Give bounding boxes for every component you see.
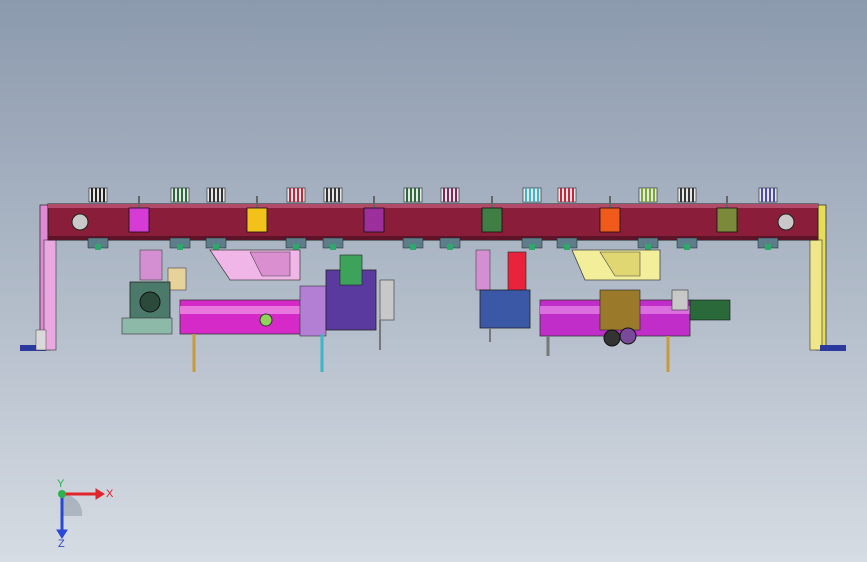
clamp [439, 237, 461, 250]
clamp [637, 237, 659, 250]
coordinate-triad: X Y Z [56, 478, 114, 548]
tool-block [481, 196, 503, 233]
z-axis-label: Z [58, 538, 65, 548]
left-fixture-assembly [121, 249, 395, 372]
3d-viewport[interactable]: X Y Z [0, 0, 867, 562]
top-fitting [522, 187, 542, 203]
top-fitting [170, 187, 190, 203]
top-fitting [286, 187, 306, 203]
tool-block [363, 196, 385, 233]
clamp [757, 237, 779, 250]
assembly-model[interactable] [0, 0, 867, 562]
clamp [556, 237, 578, 250]
top-fitting [758, 187, 778, 203]
tool-block [599, 196, 621, 233]
top-fitting [440, 187, 460, 203]
tool-block [246, 196, 268, 233]
y-axis-label: Y [57, 478, 65, 490]
clamp [87, 237, 109, 250]
top-fitting [323, 187, 343, 203]
top-fitting [206, 187, 226, 203]
main-beam [47, 203, 819, 241]
top-fitting [638, 187, 658, 203]
top-fitting [557, 187, 577, 203]
clamp [322, 237, 344, 250]
tool-block [128, 196, 150, 233]
y-axis-dot [58, 490, 66, 498]
clamp [676, 237, 698, 250]
top-fitting [403, 187, 423, 203]
clamp [402, 237, 424, 250]
tool-block [716, 196, 738, 233]
right-fixture-assembly [475, 249, 731, 372]
clamp [285, 237, 307, 250]
top-fitting [677, 187, 697, 203]
x-axis-label: X [106, 488, 114, 500]
top-fittings [88, 187, 778, 203]
clamp [205, 237, 227, 250]
clamp [169, 237, 191, 250]
top-fitting [88, 187, 108, 203]
clamp [521, 237, 543, 250]
